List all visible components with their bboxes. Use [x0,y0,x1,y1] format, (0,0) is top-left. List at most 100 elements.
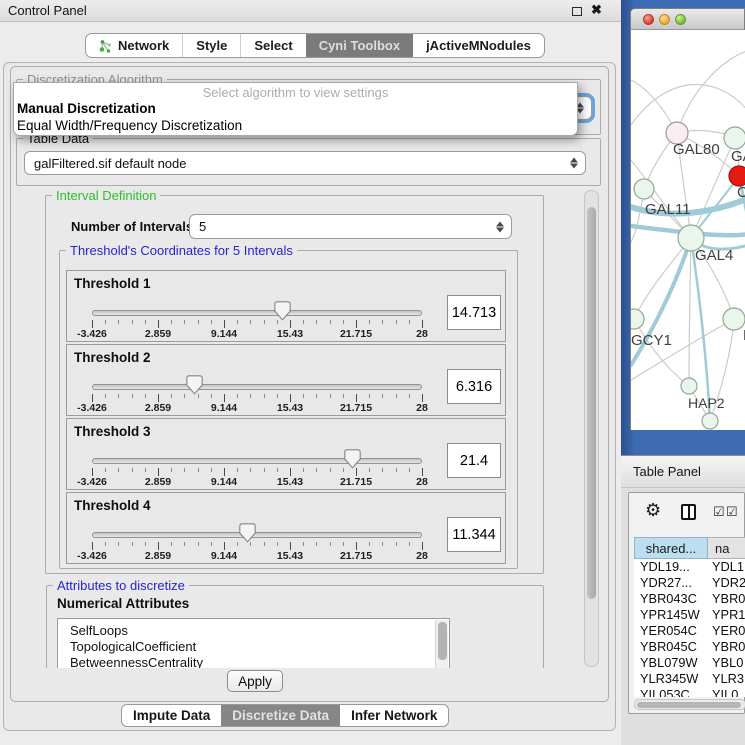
network-canvas[interactable]: GAL80GAGAL11CGAL4GCY1HHAP2 [631,30,745,430]
network-node-selected-node[interactable] [729,166,745,186]
tick-mark [343,320,344,324]
dropdown-option-equal-width-frequency[interactable]: Equal Width/Frequency Discretization [14,117,577,134]
apply-button[interactable]: Apply [227,670,283,692]
float-icon[interactable] [572,7,582,16]
table-row[interactable]: YLR345WYLR3 [634,671,745,687]
network-node-hap2[interactable] [681,378,697,394]
tick-mark [105,542,106,546]
gear-icon[interactable]: ⚙ [645,501,661,519]
numerical-attributes-label: Numerical Attributes [57,596,189,611]
tick-mark [369,542,370,546]
tick-label: 9.144 [211,328,237,340]
tick-mark [422,468,423,476]
checkbox-icon[interactable]: ☑ [713,505,725,518]
attribute-list-item[interactable]: TopologicalCoefficient [58,639,449,655]
slider-thumb[interactable] [274,301,291,321]
column-header-name[interactable]: na [708,537,745,559]
tab-infer-network[interactable]: Infer Network [340,705,448,726]
table-data-combobox[interactable]: galFiltered.sif default node [24,151,586,175]
checkbox-icon[interactable]: ☑ [726,505,738,518]
dropdown-option-manual-discretization[interactable]: Manual Discretization [14,100,577,117]
network-node-gal11[interactable] [634,179,654,199]
tick-mark [158,468,159,476]
combo-arrows-icon [496,221,504,232]
cell-shared-name: YDL19... [640,559,690,574]
tab-network[interactable]: Network [86,34,182,57]
slider-track[interactable] [92,532,422,538]
tab-discretize-data[interactable]: Discretize Data [221,705,340,726]
tick-label: 28 [416,328,428,340]
table-row[interactable]: YBR043CYBR0 [634,591,745,607]
tab-jactivemnodules[interactable]: jActiveMNodules [413,34,544,57]
network-window-titlebar[interactable] [631,9,744,30]
network-node-node-partial[interactable] [702,413,718,429]
tick-mark [171,394,172,398]
table-row[interactable]: YBL079WYBL0 [634,655,745,671]
network-node-gcy1[interactable] [631,309,644,329]
cell-name: YBL0 [712,655,743,670]
tick-mark [211,468,212,472]
tick-mark [356,468,357,476]
tab-cyni-toolbox[interactable]: Cyni Toolbox [306,34,413,57]
tick-mark [422,320,423,328]
slider-track[interactable] [92,384,422,390]
slider-track[interactable] [92,458,422,464]
tab-select[interactable]: Select [240,34,305,57]
close-icon[interactable]: ✖ [591,2,602,18]
settings-scrollbar[interactable] [584,190,599,667]
tab-label: Network [118,38,169,53]
table-body: YDL19...YDL1YDR27...YDR2YBR043CYBR0YPR14… [634,559,745,697]
table-row[interactable]: YBR045CYBR0 [634,639,745,655]
bottom-tab-bar: Impute DataDiscretize DataInfer Network [121,704,449,727]
slider-thumb[interactable] [239,523,256,543]
table-row[interactable]: YER054CYER0 [634,623,745,639]
column-header-shared-name[interactable]: shared... [634,537,708,559]
network-node-ga[interactable] [724,127,745,149]
list-scrollbar[interactable] [435,620,448,668]
table-row[interactable]: YDL19...YDL1 [634,559,745,575]
slider-thumb[interactable] [186,375,203,395]
tick-mark [145,394,146,398]
network-edge [677,50,745,133]
slider-thumb[interactable] [344,449,361,469]
threshold-value-field[interactable]: 21.4 [447,443,501,478]
cell-shared-name: YBR045C [640,639,697,654]
tick-mark [250,468,251,472]
tick-mark [343,468,344,472]
table-row[interactable]: YDR27...YDR2 [634,575,745,591]
cell-name: YLR3 [712,671,744,686]
attribute-list-item[interactable]: BetweennessCentrality [58,655,449,668]
minimize-traffic-light[interactable] [659,14,670,25]
threshold-value-field[interactable]: 11.344 [447,517,501,552]
tick-label: 28 [416,402,428,414]
cell-name: YIL0 [712,687,738,697]
number-of-intervals-combobox[interactable]: 5 [189,214,512,239]
table-hscrollbar-thumb[interactable] [637,702,741,709]
list-scrollbar-thumb[interactable] [438,622,447,660]
table-row[interactable]: YIL053CYIL0 [634,687,745,697]
threshold-value-field[interactable]: 6.316 [447,369,501,404]
attribute-list-item[interactable]: SelfLoops [58,619,449,639]
network-node-label-hap2: HAP2 [688,395,725,411]
tick-mark [277,468,278,472]
slider-tick-labels: -3.4262.8599.14415.4321.71528 [92,550,423,562]
tick-mark [303,320,304,324]
network-node-h[interactable] [723,308,745,330]
tab-style[interactable]: Style [182,34,240,57]
tick-mark [264,468,265,472]
zoom-traffic-light[interactable] [675,14,686,25]
table-row[interactable]: YPR145WYPR1 [634,607,745,623]
tick-mark [250,542,251,546]
threshold-value-field[interactable]: 14.713 [447,295,501,330]
control-panel-title: Control Panel [8,3,87,18]
close-traffic-light[interactable] [643,14,654,25]
split-columns-icon[interactable] [681,504,696,520]
table-hscrollbar[interactable] [634,699,745,710]
tick-mark [330,394,331,398]
settings-scrollbar-thumb[interactable] [587,207,596,599]
tick-label: 28 [416,550,428,562]
tab-impute-data[interactable]: Impute Data [122,705,221,726]
slider-track[interactable] [92,310,422,316]
tick-mark [132,542,133,546]
numerical-attributes-list[interactable]: SelfLoopsTopologicalCoefficientBetweenne… [57,618,450,668]
